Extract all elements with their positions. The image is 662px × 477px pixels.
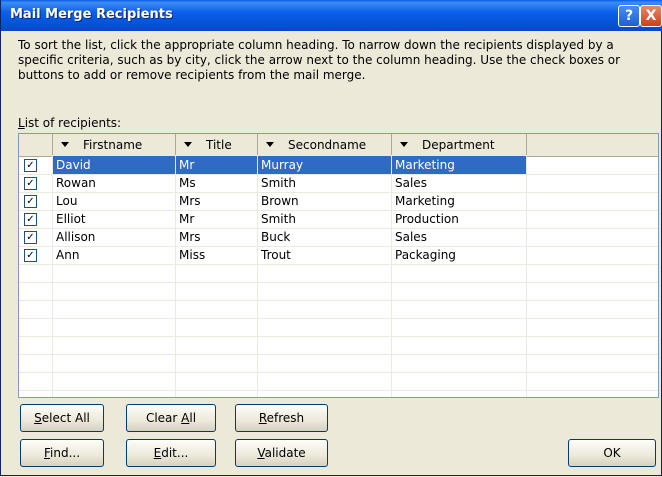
empty-row xyxy=(19,318,658,337)
cell-secondname: Trout xyxy=(261,248,291,262)
instructions-text: To sort the list, click the appropriate … xyxy=(18,38,621,82)
recipient-checkbox[interactable]: ✓ xyxy=(24,213,37,226)
cell-secondname: Brown xyxy=(261,194,299,208)
cell-department: Production xyxy=(395,212,459,226)
refresh-button[interactable]: Refresh xyxy=(235,404,328,432)
table-row[interactable]: ✓ David Mr Murray Marketing xyxy=(19,156,658,175)
cell-title: Mrs xyxy=(179,230,201,244)
recipient-checkbox[interactable]: ✓ xyxy=(24,231,37,244)
column-header-department[interactable]: Department xyxy=(392,134,527,155)
cell-department: Marketing xyxy=(395,194,455,208)
filter-arrow-icon[interactable] xyxy=(400,142,408,147)
column-header-secondname[interactable]: Secondname xyxy=(258,134,392,155)
cell-title: Mrs xyxy=(179,194,201,208)
ok-button[interactable]: OK xyxy=(568,439,656,467)
filter-arrow-icon[interactable] xyxy=(266,142,274,147)
table-row[interactable]: ✓ Ann Miss Trout Packaging xyxy=(19,246,658,265)
empty-row xyxy=(19,354,658,373)
empty-row xyxy=(19,300,658,319)
cell-title: Ms xyxy=(179,176,196,190)
help-icon[interactable]: ? xyxy=(618,5,640,27)
cell-department: Packaging xyxy=(395,248,456,262)
cell-department: Marketing xyxy=(392,156,526,174)
cell-firstname: Rowan xyxy=(56,176,96,190)
table-row[interactable]: ✓ Rowan Ms Smith Sales xyxy=(19,174,658,193)
validate-button[interactable]: Validate xyxy=(235,439,328,467)
empty-row xyxy=(19,336,658,355)
cell-secondname: Smith xyxy=(261,212,296,226)
cell-firstname: David xyxy=(53,156,175,174)
table-row[interactable]: ✓ Lou Mrs Brown Marketing xyxy=(19,192,658,211)
cell-firstname: Elliot xyxy=(56,212,86,226)
find-button[interactable]: Find... xyxy=(20,439,104,467)
list-of-recipients-label: List of recipients: xyxy=(18,116,122,130)
recipient-checkbox[interactable]: ✓ xyxy=(24,195,37,208)
column-header-row: Firstname Title Secondname Department xyxy=(19,134,658,157)
cell-department: Sales xyxy=(395,176,427,190)
cell-title: Mr xyxy=(179,212,195,226)
cell-firstname: Ann xyxy=(56,248,80,262)
cell-title: Miss xyxy=(179,248,206,262)
empty-row xyxy=(19,372,658,391)
edit-button[interactable]: Edit... xyxy=(126,439,216,467)
dialog-title: Mail Merge Recipients xyxy=(10,7,173,22)
empty-row xyxy=(19,282,658,301)
cell-firstname: Lou xyxy=(56,194,78,208)
mail-merge-recipients-dialog: Mail Merge Recipients ? X To sort the li… xyxy=(0,0,662,476)
filter-arrow-icon[interactable] xyxy=(184,142,192,147)
checkbox-column-header xyxy=(19,134,53,155)
filter-arrow-icon[interactable] xyxy=(61,142,69,147)
empty-row xyxy=(19,264,658,283)
column-header-firstname[interactable]: Firstname xyxy=(53,134,176,155)
clear-all-button[interactable]: Clear All xyxy=(126,404,216,432)
recipient-checkbox[interactable]: ✓ xyxy=(24,159,37,172)
column-header-title[interactable]: Title xyxy=(176,134,258,155)
recipient-checkbox[interactable]: ✓ xyxy=(24,177,37,190)
recipients-list[interactable]: Firstname Title Secondname Department ✓ D… xyxy=(18,133,659,398)
table-row[interactable]: ✓ Allison Mrs Buck Sales xyxy=(19,228,658,247)
title-bar[interactable]: Mail Merge Recipients ? X xyxy=(1,0,662,31)
close-icon[interactable]: X xyxy=(640,5,662,27)
cell-secondname: Murray xyxy=(258,156,391,174)
cell-title: Mr xyxy=(176,156,257,174)
cell-secondname: Buck xyxy=(261,230,291,244)
table-row[interactable]: ✓ Elliot Mr Smith Production xyxy=(19,210,658,229)
recipient-checkbox[interactable]: ✓ xyxy=(24,249,37,262)
select-all-button[interactable]: Select All xyxy=(20,404,104,432)
cell-department: Sales xyxy=(395,230,427,244)
cell-secondname: Smith xyxy=(261,176,296,190)
cell-firstname: Allison xyxy=(56,230,96,244)
